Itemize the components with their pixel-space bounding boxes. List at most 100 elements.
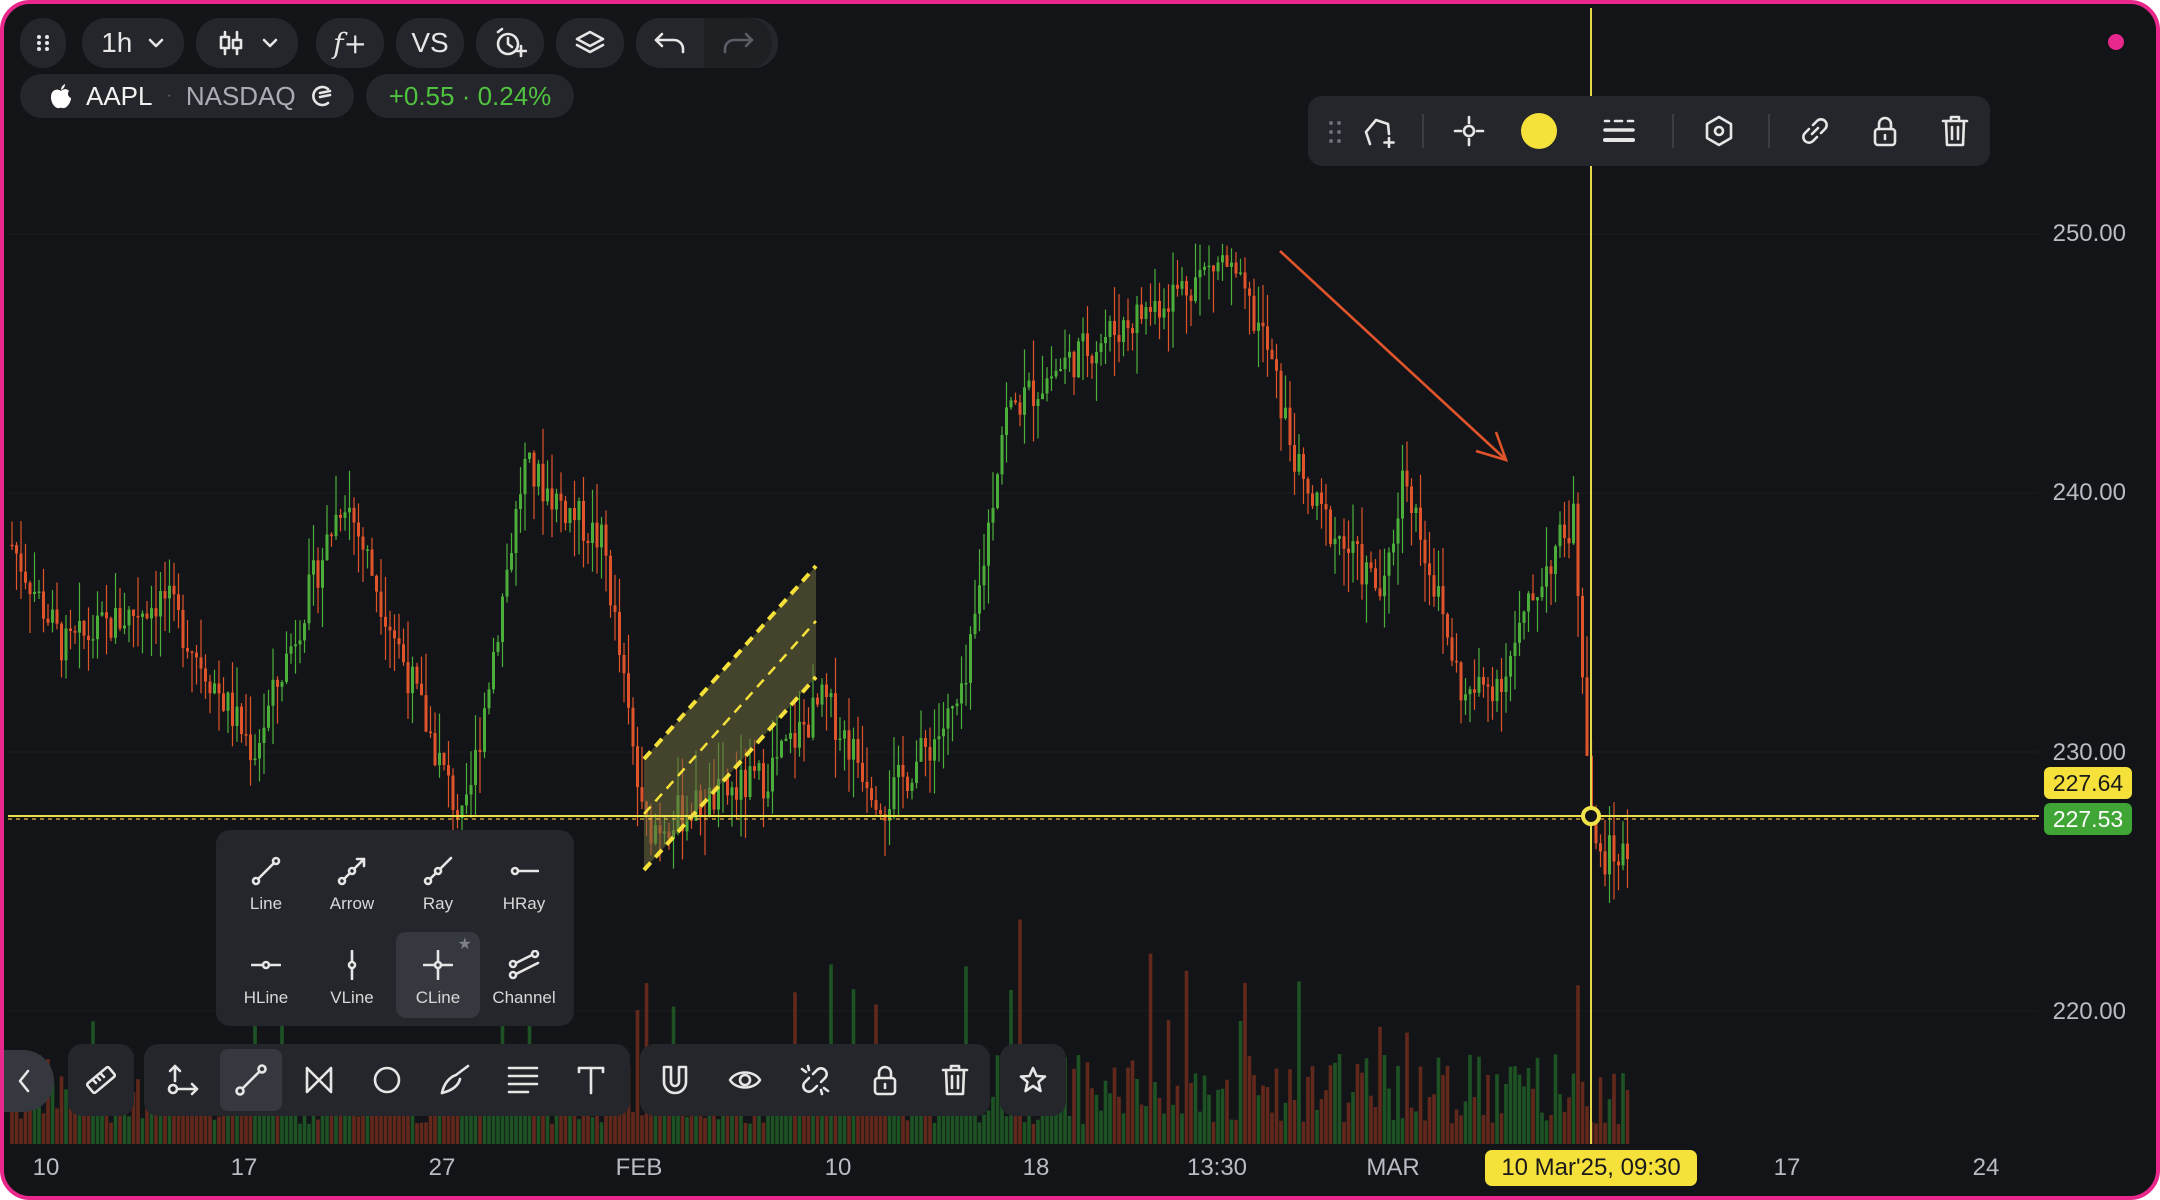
line-tool-ray[interactable]: Ray [396, 838, 480, 924]
delete-button[interactable] [1924, 100, 1986, 162]
candle-body [1045, 378, 1049, 394]
last-price-label: 227.53 [2044, 803, 2132, 835]
line-tool-line[interactable]: Line [224, 838, 308, 924]
text-tool-button[interactable] [560, 1049, 622, 1111]
candle-body [433, 732, 437, 766]
line-tool-button[interactable] [220, 1049, 282, 1111]
candle-body [1194, 277, 1197, 301]
interval-select[interactable]: 1h [82, 18, 184, 68]
candle-body [1032, 380, 1035, 407]
candle-body [735, 787, 738, 800]
arrow-drawing[interactable] [1279, 250, 1509, 462]
chart-type-select[interactable] [196, 18, 298, 68]
unlink-button[interactable] [784, 1049, 846, 1111]
line-tool-hline[interactable]: HLine [224, 932, 308, 1018]
candle-body [163, 591, 167, 599]
shape-tool-button[interactable] [356, 1049, 418, 1111]
candle-body [910, 782, 914, 791]
favorites-button[interactable] [1002, 1049, 1064, 1111]
candle-body [1581, 595, 1584, 678]
candle-body [222, 693, 225, 711]
add-alert-button[interactable] [476, 18, 544, 68]
undo-button[interactable] [636, 18, 704, 68]
market-status-icon [311, 85, 331, 107]
cursor-tool-button[interactable] [152, 1049, 214, 1111]
line-tool-arrow[interactable]: Arrow [310, 838, 394, 924]
volume-bar [1463, 1101, 1468, 1144]
volume-bar [1234, 1119, 1238, 1144]
candle-body [100, 612, 104, 616]
crosshair-style-button[interactable] [1438, 100, 1500, 162]
candle-body [159, 591, 162, 617]
measure-button[interactable] [70, 1049, 132, 1111]
layers-button[interactable] [556, 18, 624, 68]
candle-body [1329, 509, 1332, 545]
color-picker-button[interactable] [1508, 100, 1570, 162]
candle-body [24, 571, 27, 583]
settings-button[interactable] [1688, 100, 1750, 162]
pattern-tool-button[interactable] [288, 1049, 350, 1111]
lock-all-button[interactable] [854, 1049, 916, 1111]
compare-button[interactable]: VS [396, 18, 464, 68]
candle-body [1270, 349, 1274, 360]
line-tool-vline[interactable]: VLine [310, 932, 394, 1018]
volume-bar [307, 1123, 311, 1144]
volume-bar [1157, 1097, 1162, 1144]
cross-line-icon [423, 950, 453, 980]
magnet-button[interactable] [644, 1049, 706, 1111]
candle-body [1167, 308, 1170, 312]
price-change-badge: +0.55 · 0.24% [366, 74, 574, 118]
time-label: 27 [428, 1154, 456, 1181]
candle-body [240, 706, 243, 735]
volume-bar [982, 1114, 986, 1144]
line-style-button[interactable] [1588, 100, 1650, 162]
volume-bar [1436, 1057, 1441, 1144]
remove-all-button[interactable] [924, 1049, 986, 1111]
volume-bar [100, 1113, 104, 1144]
candle-body [847, 730, 851, 760]
drag-handle-icon[interactable] [1328, 120, 1342, 144]
line-tool-channel[interactable]: Channel [482, 932, 566, 1018]
volume-bar [95, 1115, 100, 1144]
lock-button[interactable] [1854, 100, 1916, 162]
volume-bar [1517, 1074, 1522, 1144]
indicators-button[interactable]: f+ [316, 18, 384, 68]
candle-body [1455, 660, 1458, 663]
candle-body [361, 536, 365, 550]
candle-body [1023, 387, 1026, 415]
volume-bar [1360, 1072, 1364, 1144]
volume-bar [1202, 1075, 1207, 1144]
visibility-button[interactable] [714, 1049, 776, 1111]
favorite-star-icon[interactable]: ★ [458, 934, 472, 954]
brush-tool-button[interactable] [424, 1049, 486, 1111]
line-tool-cline[interactable]: CLine ★ [396, 932, 480, 1018]
candle-body [798, 721, 801, 748]
time-label: 10 [32, 1154, 60, 1181]
candle-body [406, 662, 410, 694]
redo-button[interactable] [704, 18, 772, 68]
link-button[interactable] [1784, 100, 1846, 162]
candle-body [613, 605, 617, 612]
candle-body [330, 534, 333, 537]
menu-button[interactable] [20, 18, 66, 68]
candle-body [375, 575, 378, 592]
crosshair-time-label: 10 Mar'25, 09:30 [1485, 1150, 1697, 1186]
volume-bar [1625, 1089, 1630, 1144]
candle-body [123, 625, 126, 629]
volume-bar [338, 1116, 343, 1144]
candle-body [1545, 566, 1548, 587]
candle-body [1554, 546, 1557, 574]
volume-bar [1076, 1055, 1081, 1144]
candle-body [501, 596, 504, 643]
volume-bar [1180, 1113, 1184, 1144]
template-button[interactable] [1348, 100, 1410, 162]
volume-bar [1540, 1112, 1544, 1144]
volume-bar [122, 1112, 127, 1144]
symbol-info[interactable]: AAPL · NASDAQ [20, 74, 354, 118]
candle-body [757, 763, 761, 771]
candle-body [1311, 493, 1314, 506]
candle-body [231, 692, 234, 726]
line-tool-hray[interactable]: HRay [482, 838, 566, 924]
fib-tool-button[interactable] [492, 1049, 554, 1111]
ruler-icon [85, 1065, 117, 1095]
